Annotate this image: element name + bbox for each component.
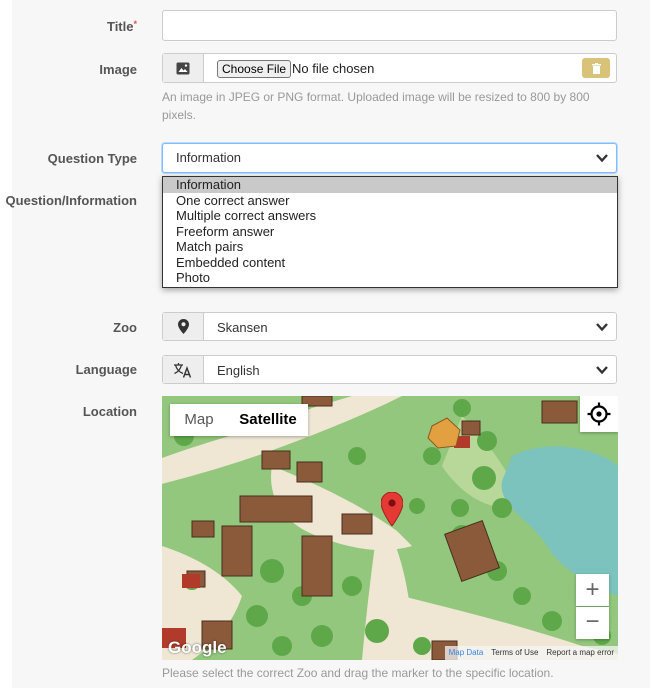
required-mark: * <box>133 19 137 29</box>
chevron-down-icon <box>596 323 608 332</box>
terms-of-use-link[interactable]: Terms of Use <box>487 646 542 660</box>
map-data-link[interactable]: Map Data <box>445 646 488 660</box>
chevron-down-icon <box>596 154 608 163</box>
image-addon <box>163 54 204 82</box>
map-type-satellite-button[interactable]: Satellite <box>228 404 308 436</box>
language-addon <box>163 356 204 383</box>
language-value: English <box>217 363 260 378</box>
location-help: Please select the correct Zoo and drag t… <box>162 666 554 680</box>
choose-file-button[interactable]: Choose File <box>217 60 292 78</box>
zoo-value: Skansen <box>217 320 268 335</box>
file-status: No file chosen <box>292 61 375 76</box>
dropdown-option-multiple-correct-answers[interactable]: Multiple correct answers <box>163 208 617 224</box>
language-select[interactable]: English <box>162 355 617 384</box>
location-label: Location <box>82 404 137 419</box>
image-help: An image in JPEG or PNG format. Uploaded… <box>162 90 590 122</box>
report-map-error-link[interactable]: Report a map error <box>542 646 618 660</box>
map-marker-icon[interactable] <box>381 492 403 526</box>
title-label: Title* <box>106 19 137 34</box>
locate-button[interactable] <box>580 396 618 432</box>
question-type-select[interactable]: Information <box>162 143 617 173</box>
delete-image-button[interactable] <box>582 58 610 78</box>
map-type-control: Map Satellite <box>170 404 308 436</box>
question-type-label: Question Type <box>47 151 137 166</box>
zoo-select[interactable]: Skansen <box>162 312 617 341</box>
dropdown-option-information[interactable]: Information <box>163 177 617 193</box>
google-logo: Google <box>168 638 227 657</box>
zoom-in-button[interactable]: + <box>576 574 609 606</box>
question-type-dropdown: Information One correct answer Multiple … <box>162 176 618 288</box>
image-file-input: Choose File No file chosen <box>162 53 617 83</box>
dropdown-option-embedded-content[interactable]: Embedded content <box>163 255 617 271</box>
location-map[interactable]: Map Satellite + − Google Map Data Terms … <box>162 396 618 660</box>
chevron-down-icon <box>596 366 608 375</box>
question-information-label: Question/Information <box>5 193 137 208</box>
zoo-label: Zoo <box>113 320 137 335</box>
question-type-value: Information <box>176 150 242 165</box>
image-icon <box>176 62 190 74</box>
dropdown-option-freeform-answer[interactable]: Freeform answer <box>163 224 617 240</box>
dropdown-option-match-pairs[interactable]: Match pairs <box>163 239 617 255</box>
zoom-out-button[interactable]: − <box>576 607 609 639</box>
language-label: Language <box>75 362 137 377</box>
trash-icon <box>591 62 601 74</box>
map-type-map-button[interactable]: Map <box>170 404 228 436</box>
crosshair-icon <box>587 402 611 426</box>
zoo-addon <box>163 313 204 340</box>
dropdown-option-photo[interactable]: Photo <box>163 270 617 286</box>
translate-icon <box>174 362 192 378</box>
map-attribution: Map Data Terms of Use Report a map error <box>444 646 618 660</box>
dropdown-option-one-correct-answer[interactable]: One correct answer <box>163 193 617 209</box>
map-pin-icon <box>177 319 189 334</box>
title-input[interactable] <box>162 10 617 41</box>
image-label: Image <box>99 62 137 77</box>
